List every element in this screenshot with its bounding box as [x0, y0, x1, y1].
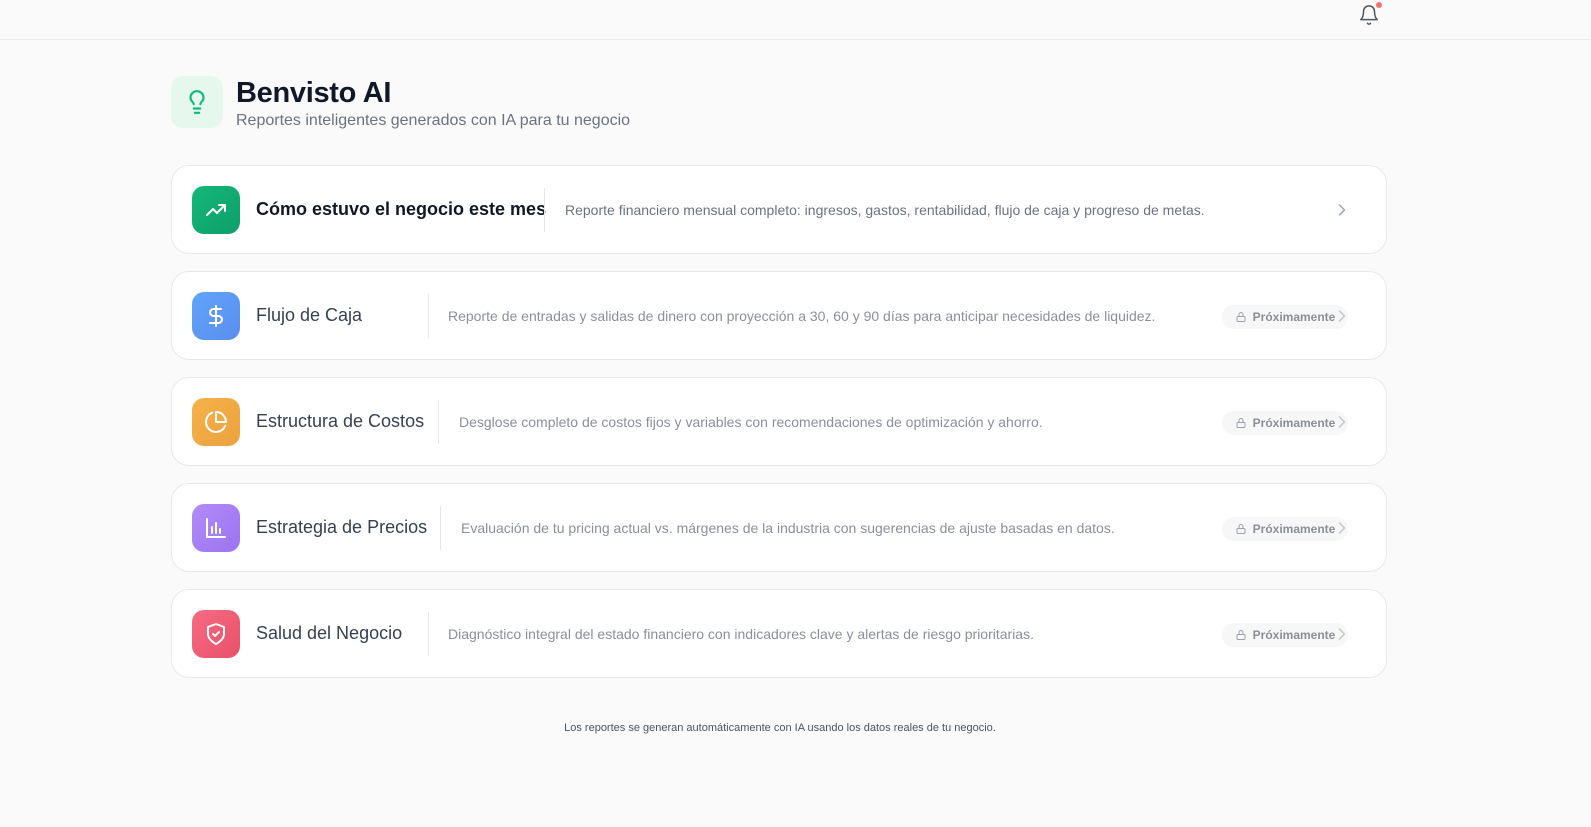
badge-label: Próximamente — [1252, 522, 1336, 536]
report-card-cash-flow[interactable]: Flujo de Caja Reporte de entradas y sali… — [171, 271, 1387, 360]
badge-label: Próximamente — [1252, 310, 1336, 324]
notification-dot — [1376, 2, 1382, 8]
lock-icon — [1236, 630, 1246, 640]
report-description: Diagnóstico integral del estado financie… — [448, 625, 1034, 642]
coming-soon-badge: Próximamente — [1222, 411, 1348, 435]
pie-chart-icon — [192, 398, 240, 446]
report-description: Evaluación de tu pricing actual vs. márg… — [461, 519, 1115, 536]
report-card-cost-structure[interactable]: Estructura de Costos Desglose completo d… — [171, 377, 1387, 466]
coming-soon-badge: Próximamente — [1222, 623, 1348, 647]
lightbulb-icon — [171, 76, 223, 128]
chevron-right-icon — [1338, 416, 1346, 428]
trending-up-icon — [192, 186, 240, 234]
divider — [438, 400, 439, 444]
page-subtitle: Reportes inteligentes generados con IA p… — [236, 112, 631, 129]
badge-label: Próximamente — [1252, 416, 1336, 430]
report-title: Cómo estuvo el negocio este mes — [256, 199, 547, 219]
chevron-right-icon — [1338, 310, 1346, 322]
footer-note: Los reportes se generan automáticamente … — [564, 722, 996, 734]
lock-icon — [1236, 312, 1246, 322]
coming-soon-badge: Próximamente — [1222, 517, 1348, 541]
report-card-business-health[interactable]: Salud del Negocio Diagnóstico integral d… — [171, 589, 1387, 678]
dollar-icon — [192, 292, 240, 340]
report-description: Desglose completo de costos fijos y vari… — [459, 413, 1043, 430]
report-list: Cómo estuvo el negocio este mes Reporte … — [171, 165, 1387, 695]
divider — [440, 506, 441, 550]
report-description: Reporte financiero mensual completo: ing… — [565, 201, 1205, 218]
top-bar — [0, 0, 1591, 40]
lock-icon — [1236, 524, 1246, 534]
report-title: Salud del Negocio — [256, 623, 403, 643]
lock-icon — [1236, 418, 1246, 428]
report-title: Estructura de Costos — [256, 411, 425, 431]
page-title: Benvisto AI — [236, 77, 392, 109]
report-card-monthly[interactable]: Cómo estuvo el negocio este mes Reporte … — [171, 165, 1387, 254]
chevron-right-icon — [1338, 522, 1346, 534]
report-title: Estrategia de Precios — [256, 517, 428, 537]
chevron-right-icon — [1338, 628, 1346, 640]
shield-check-icon — [192, 610, 240, 658]
page-header: Benvisto AI Reportes inteligentes genera… — [171, 76, 871, 132]
bar-chart-icon — [192, 504, 240, 552]
divider — [428, 294, 429, 338]
report-card-pricing[interactable]: Estrategia de Precios Evaluación de tu p… — [171, 483, 1387, 572]
chevron-right-icon — [1338, 204, 1346, 216]
divider — [428, 612, 429, 656]
coming-soon-badge: Próximamente — [1222, 305, 1348, 329]
badge-label: Próximamente — [1252, 628, 1336, 642]
report-title: Flujo de Caja — [256, 305, 363, 325]
report-description: Reporte de entradas y salidas de dinero … — [448, 307, 1156, 324]
divider — [544, 188, 545, 232]
